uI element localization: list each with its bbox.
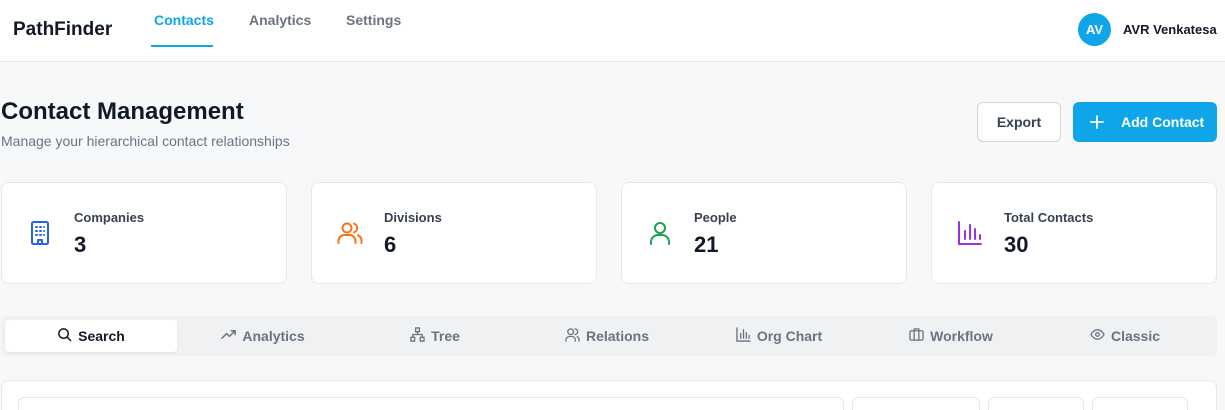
briefcase-icon	[909, 327, 924, 345]
user-icon	[646, 219, 674, 247]
app-brand[interactable]: PathFinder	[13, 19, 112, 41]
stat-value: 21	[694, 232, 719, 257]
tab-label: Tree	[431, 328, 460, 344]
tab-classic[interactable]: Classic	[1037, 320, 1213, 352]
nav-tab-contacts[interactable]: Contacts	[154, 12, 214, 28]
export-button[interactable]: Export	[977, 102, 1061, 142]
nav-active-underline	[151, 45, 213, 47]
building-icon	[26, 219, 54, 247]
page-title: Contact Management	[1, 98, 244, 125]
tab-analytics[interactable]: Analytics	[177, 320, 349, 352]
tab-label: Workflow	[930, 328, 993, 344]
filter-select[interactable]	[852, 397, 980, 410]
stat-label: Companies	[74, 210, 145, 225]
tree-icon	[410, 327, 425, 345]
bar-chart-icon	[956, 219, 984, 247]
user-name[interactable]: AVR Venkatesa	[1123, 22, 1217, 37]
users-icon	[336, 219, 364, 247]
tab-label: Analytics	[242, 328, 305, 344]
plus-icon	[1089, 114, 1105, 130]
stat-value: 3	[74, 232, 87, 257]
tab-label: Org Chart	[756, 328, 823, 344]
filter-select[interactable]	[988, 397, 1084, 410]
tab-search[interactable]: Search	[5, 320, 177, 352]
view-tabs: Search Analytics Tree Relations Org Char…	[1, 316, 1217, 356]
bar-chart-icon	[736, 327, 751, 345]
tab-workflow[interactable]: Workflow	[865, 320, 1037, 352]
stat-card-divisions: Divisions 6	[311, 182, 597, 284]
search-icon	[57, 327, 72, 345]
tab-org-chart[interactable]: Org Chart	[693, 320, 865, 352]
filter-select[interactable]	[1092, 397, 1188, 410]
stat-card-total-contacts: Total Contacts 30	[931, 182, 1217, 284]
stat-card-companies: Companies 3	[1, 182, 287, 284]
stat-label: People	[694, 210, 737, 225]
stat-label: Total Contacts	[1004, 210, 1094, 225]
nav-tab-settings[interactable]: Settings	[346, 12, 401, 28]
tab-label: Classic	[1110, 328, 1161, 344]
user-avatar[interactable]: AV	[1078, 13, 1111, 46]
page-subtitle: Manage your hierarchical contact relatio…	[1, 133, 290, 149]
top-navbar: PathFinder Contacts Analytics Settings A…	[0, 0, 1225, 62]
tab-label: Search	[78, 328, 125, 344]
tab-tree[interactable]: Tree	[349, 320, 521, 352]
stat-value: 6	[384, 232, 397, 257]
search-input[interactable]	[18, 397, 844, 410]
stat-label: Divisions	[384, 210, 442, 225]
users-icon	[565, 327, 580, 345]
tab-label: Relations	[585, 328, 649, 344]
add-contact-button[interactable]: Add Contact	[1073, 102, 1217, 142]
stat-value: 30	[1004, 232, 1029, 257]
nav-tab-analytics[interactable]: Analytics	[249, 12, 311, 28]
eye-icon	[1090, 327, 1105, 345]
tab-relations[interactable]: Relations	[521, 320, 693, 352]
add-contact-label: Add Contact	[1121, 114, 1205, 130]
trending-up-icon	[221, 327, 237, 345]
stat-card-people: People 21	[621, 182, 907, 284]
